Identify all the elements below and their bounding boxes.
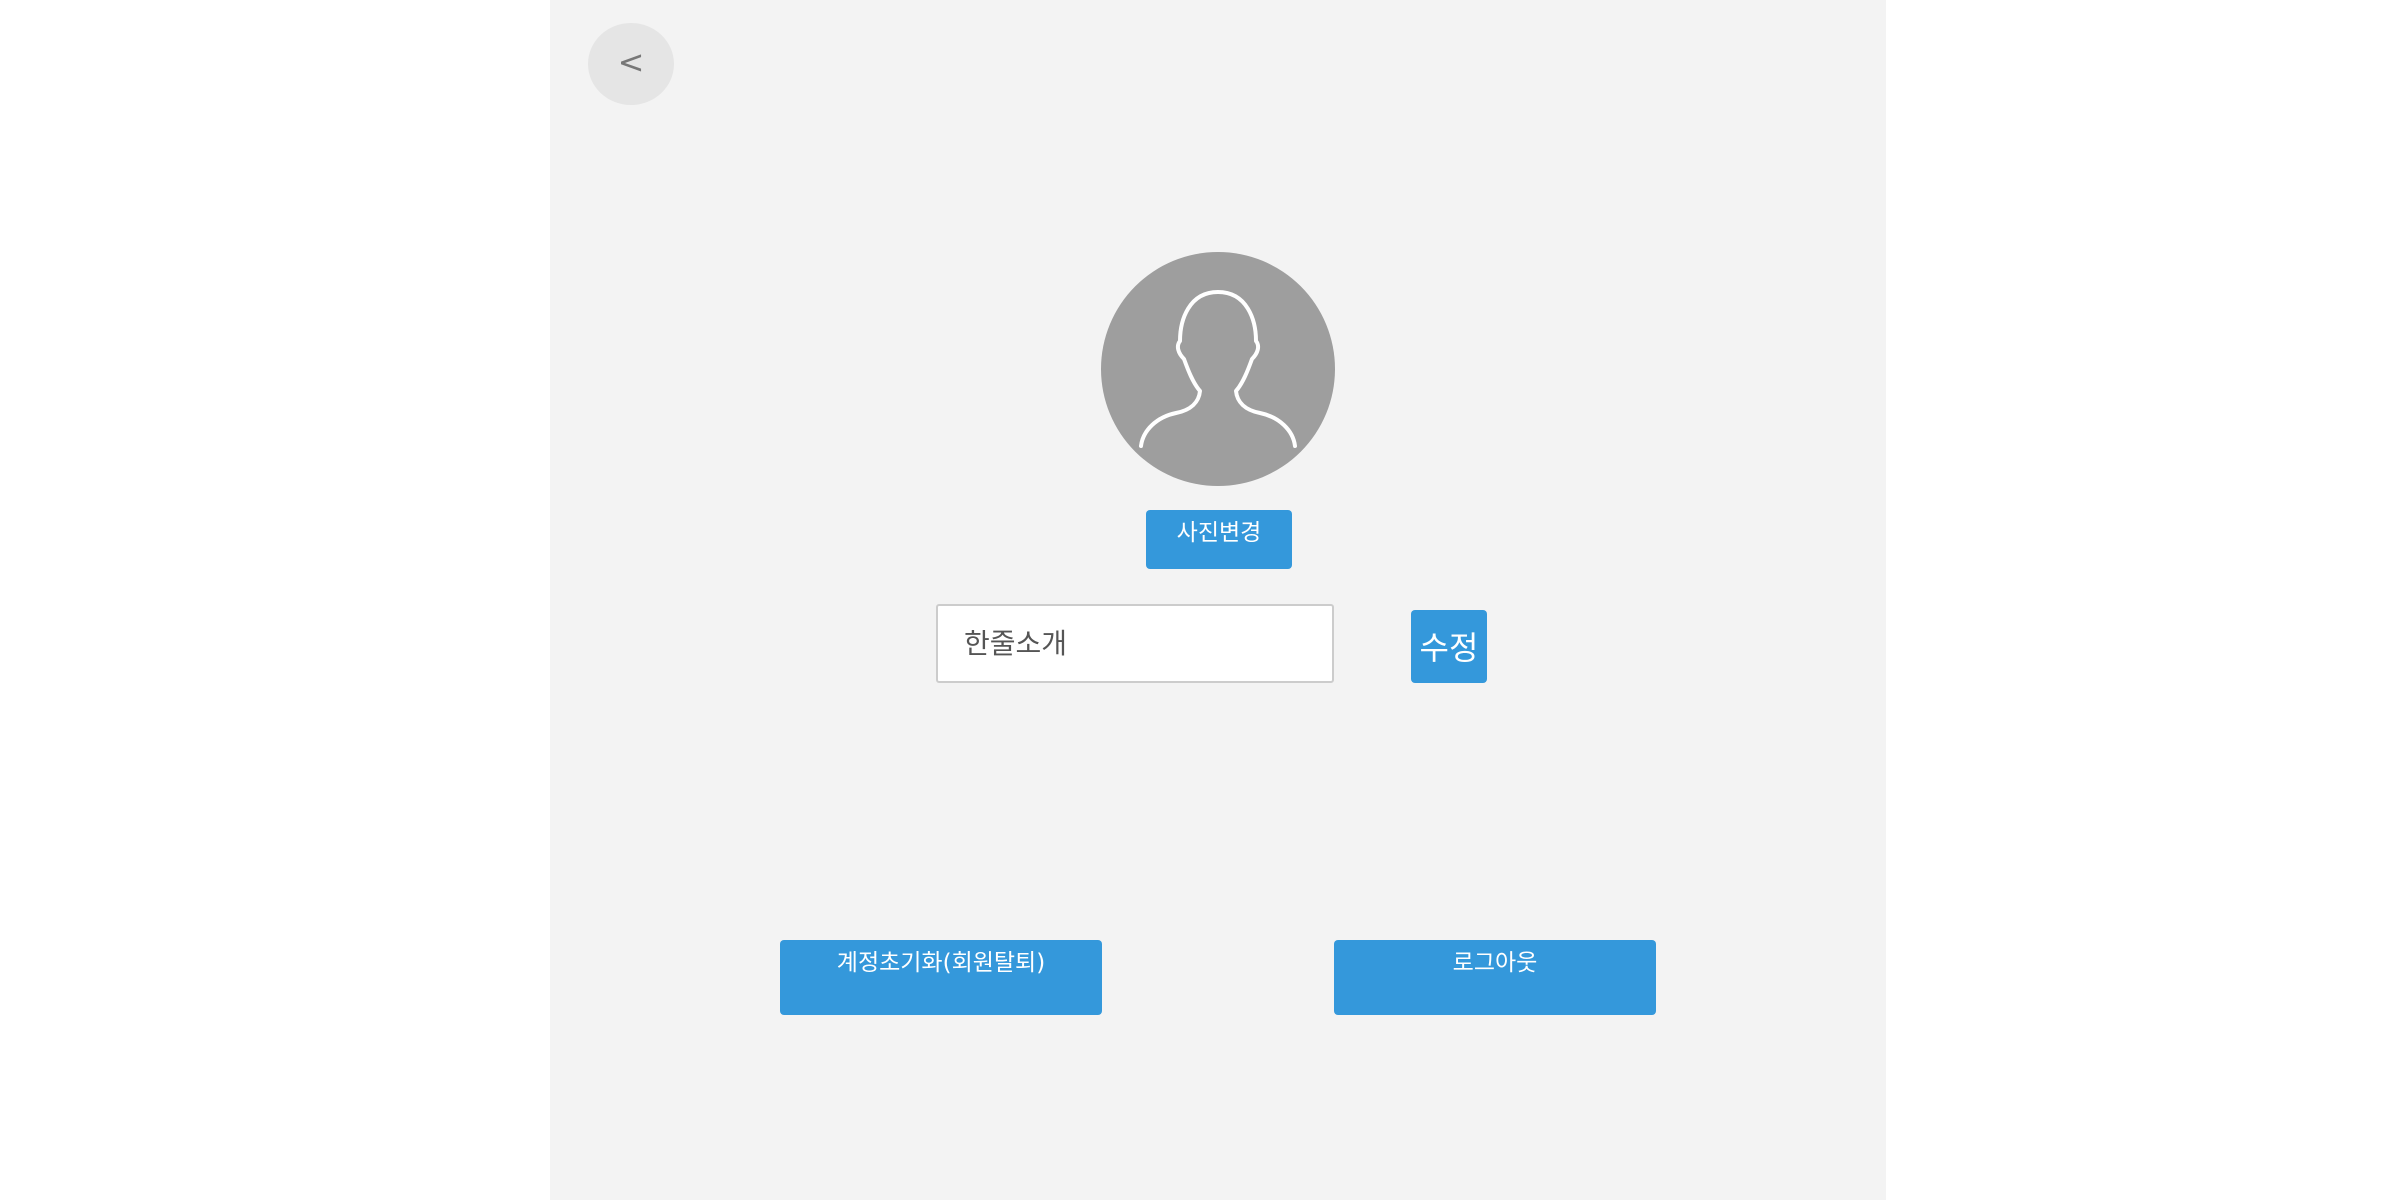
person-silhouette-icon	[1139, 290, 1297, 448]
profile-panel: < 사진변경 수정 계정초기화(회원탈퇴) 로그아웃	[550, 0, 1886, 1200]
reset-account-button[interactable]: 계정초기화(회원탈퇴)	[780, 940, 1102, 1015]
change-photo-button[interactable]: 사진변경	[1146, 510, 1292, 569]
logout-button[interactable]: 로그아웃	[1334, 940, 1656, 1015]
avatar[interactable]	[1101, 252, 1335, 486]
intro-input[interactable]	[936, 604, 1334, 683]
back-button[interactable]: <	[588, 23, 674, 105]
edit-intro-button[interactable]: 수정	[1411, 610, 1487, 683]
